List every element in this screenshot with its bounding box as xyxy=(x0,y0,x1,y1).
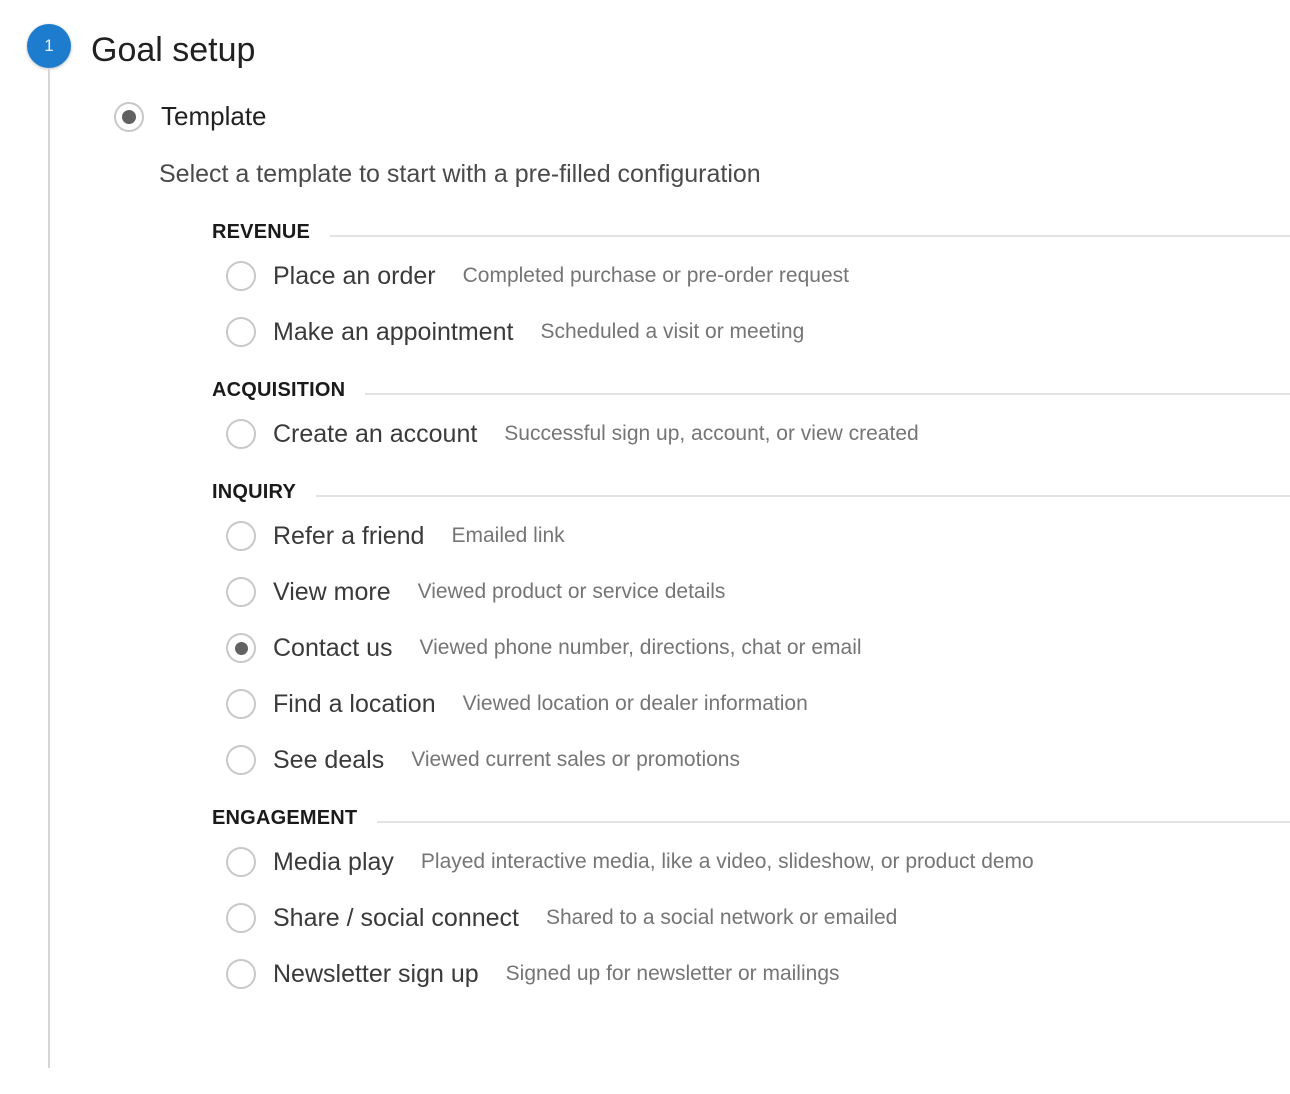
template-group-engagement: ENGAGEMENT Media play Played interactive m… xyxy=(212,802,1290,1002)
option-description: Successful sign up, account, or view cre… xyxy=(504,422,919,445)
template-option-newsletter-sign-up[interactable]: Newsletter sign up Signed up for newslett… xyxy=(226,946,1290,1002)
radio-button[interactable] xyxy=(226,261,256,291)
radio-button[interactable] xyxy=(226,903,256,933)
group-title: ENGAGEMENT xyxy=(212,806,358,829)
radio-button[interactable] xyxy=(226,847,256,877)
option-description: Scheduled a visit or meeting xyxy=(540,320,805,343)
radio-button[interactable] xyxy=(226,689,256,719)
group-header: ACQUISITION xyxy=(212,374,1290,406)
radio-button[interactable] xyxy=(226,959,256,989)
template-groups: REVENUE Place an order Completed purchase … xyxy=(212,216,1290,1016)
template-option-make-an-appointment[interactable]: Make an appointment Scheduled a visit or … xyxy=(226,304,1290,360)
template-group-inquiry: INQUIRY Refer a friend Emailed link View mo… xyxy=(212,476,1290,788)
group-title: INQUIRY xyxy=(212,480,296,503)
group-title: ACQUISITION xyxy=(212,378,346,401)
option-label: Refer a friend xyxy=(273,521,425,550)
group-divider xyxy=(330,235,1290,237)
radio-button[interactable] xyxy=(226,745,256,775)
group-divider xyxy=(377,821,1290,823)
group-header: REVENUE xyxy=(212,216,1290,248)
template-option-contact-us[interactable]: Contact us Viewed phone number, direction… xyxy=(226,620,1290,676)
template-instructions: Select a template to start with a pre-fi… xyxy=(159,160,761,188)
radio-button[interactable] xyxy=(226,419,256,449)
template-option-see-deals[interactable]: See deals Viewed current sales or promoti… xyxy=(226,732,1290,788)
step-title: Goal setup xyxy=(91,31,256,69)
option-label: Media play xyxy=(273,847,394,876)
template-mode-radio-option[interactable]: Template xyxy=(114,101,267,132)
group-title: REVENUE xyxy=(212,220,311,243)
template-option-media-play[interactable]: Media play Played interactive media, like… xyxy=(226,834,1290,890)
template-group-revenue: REVENUE Place an order Completed purchase … xyxy=(212,216,1290,360)
template-radio-label: Template xyxy=(161,101,267,131)
option-description: Viewed current sales or promotions xyxy=(411,748,740,771)
template-option-view-more[interactable]: View more Viewed product or service detai… xyxy=(226,564,1290,620)
radio-selected-dot-icon xyxy=(122,109,136,124)
option-label: See deals xyxy=(273,745,385,774)
option-description: Viewed location or dealer information xyxy=(462,692,808,715)
step-number-badge: 1 xyxy=(27,24,71,68)
radio-selected-dot-icon xyxy=(234,641,248,655)
option-label: Newsletter sign up xyxy=(273,959,479,988)
group-header: INQUIRY xyxy=(212,476,1290,508)
option-label: View more xyxy=(273,577,391,606)
option-description: Viewed phone number, directions, chat or… xyxy=(419,636,862,659)
radio-button[interactable] xyxy=(226,633,256,663)
option-description: Played interactive media, like a video, … xyxy=(420,850,1034,873)
group-divider xyxy=(365,393,1290,395)
template-option-find-a-location[interactable]: Find a location Viewed location or dealer… xyxy=(226,676,1290,732)
option-description: Shared to a social network or emailed xyxy=(545,906,898,929)
option-description: Completed purchase or pre-order request xyxy=(462,264,849,287)
template-option-create-an-account[interactable]: Create an account Successful sign up, acc… xyxy=(226,406,1290,462)
option-label: Make an appointment xyxy=(273,317,514,346)
option-label: Create an account xyxy=(273,419,478,448)
radio-button[interactable] xyxy=(226,577,256,607)
option-label: Share / social connect xyxy=(273,903,519,932)
option-label: Place an order xyxy=(273,261,436,290)
step-connector-line xyxy=(48,68,50,1068)
option-description: Viewed product or service details xyxy=(417,580,726,603)
radio-button[interactable] xyxy=(226,317,256,347)
template-option-refer-a-friend[interactable]: Refer a friend Emailed link xyxy=(226,508,1290,564)
template-option-place-an-order[interactable]: Place an order Completed purchase or pre-… xyxy=(226,248,1290,304)
group-header: ENGAGEMENT xyxy=(212,802,1290,834)
template-group-acquisition: ACQUISITION Create an account Successful s… xyxy=(212,374,1290,462)
template-option-share-social-connect[interactable]: Share / social connect Shared to a social… xyxy=(226,890,1290,946)
radio-button[interactable] xyxy=(226,521,256,551)
option-label: Find a location xyxy=(273,689,436,718)
option-description: Signed up for newsletter or mailings xyxy=(505,962,840,985)
option-label: Contact us xyxy=(273,633,393,662)
template-radio-button[interactable] xyxy=(114,101,144,132)
group-divider xyxy=(316,495,1290,497)
option-description: Emailed link xyxy=(451,524,565,547)
